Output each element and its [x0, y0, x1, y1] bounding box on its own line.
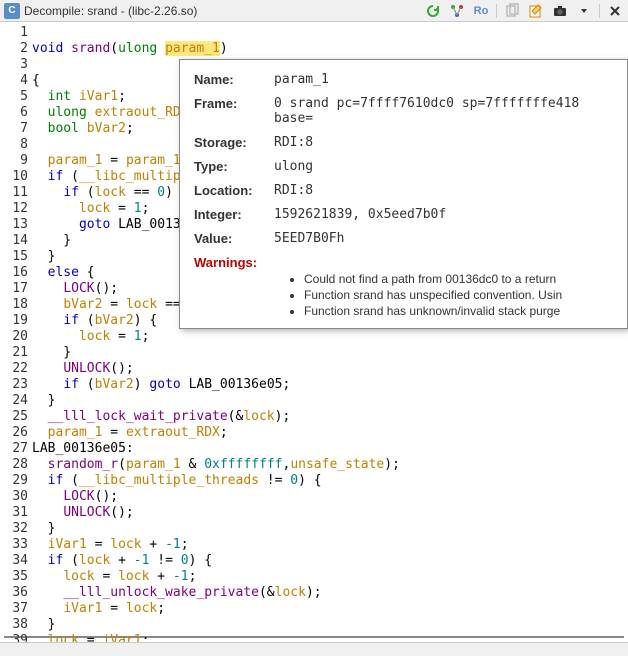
tt-location-value: RDI:8: [274, 183, 613, 198]
tt-location-label: Location:: [194, 183, 274, 198]
dropdown-button[interactable]: [575, 2, 593, 20]
tt-warnings-list: Could not find a path from 00136dc0 to a…: [304, 272, 613, 318]
line-gutter: 1234567891011121314151617181920212223242…: [4, 24, 32, 636]
tt-storage-value: RDI:8: [274, 135, 613, 150]
tt-value-value: 5EED7B0Fh: [274, 231, 613, 246]
refresh-button[interactable]: [424, 2, 442, 20]
tt-name-label: Name:: [194, 72, 274, 87]
tt-type-value: ulong: [274, 159, 613, 174]
toolbar-actions: Ro: [424, 2, 624, 20]
warning-item: Function srand has unknown/invalid stack…: [304, 304, 613, 318]
close-button[interactable]: [606, 2, 624, 20]
graph-button[interactable]: [448, 2, 466, 20]
warning-item: Function srand has unspecified conventio…: [304, 288, 613, 302]
decompile-icon: C: [4, 3, 20, 19]
tt-storage-label: Storage:: [194, 135, 274, 150]
tt-frame-value: 0 srand pc=7ffff7610dc0 sp=7fffffffe418 …: [274, 96, 613, 126]
warning-item: Could not find a path from 00136dc0 to a…: [304, 272, 613, 286]
snapshot-button[interactable]: [551, 2, 569, 20]
tt-integer-value: 1592621839, 0x5eed7b0f: [274, 207, 613, 222]
titlebar: C Decompile: srand - (libc-2.26.so) Ro: [0, 0, 628, 22]
tt-integer-label: Integer:: [194, 207, 274, 222]
copy-button[interactable]: [503, 2, 521, 20]
window-title: Decompile: srand - (libc-2.26.so): [24, 4, 424, 18]
ro-button[interactable]: Ro: [472, 2, 490, 20]
tt-frame-label: Frame:: [194, 96, 274, 126]
tt-name-value: param_1: [274, 72, 613, 87]
tt-value-label: Value:: [194, 231, 274, 246]
variable-tooltip: Name:param_1 Frame:0 srand pc=7ffff7610d…: [179, 59, 628, 329]
status-footer: [0, 642, 628, 656]
tt-type-label: Type:: [194, 159, 274, 174]
edit-button[interactable]: [527, 2, 545, 20]
tt-warnings-label: Warnings:: [194, 255, 274, 270]
